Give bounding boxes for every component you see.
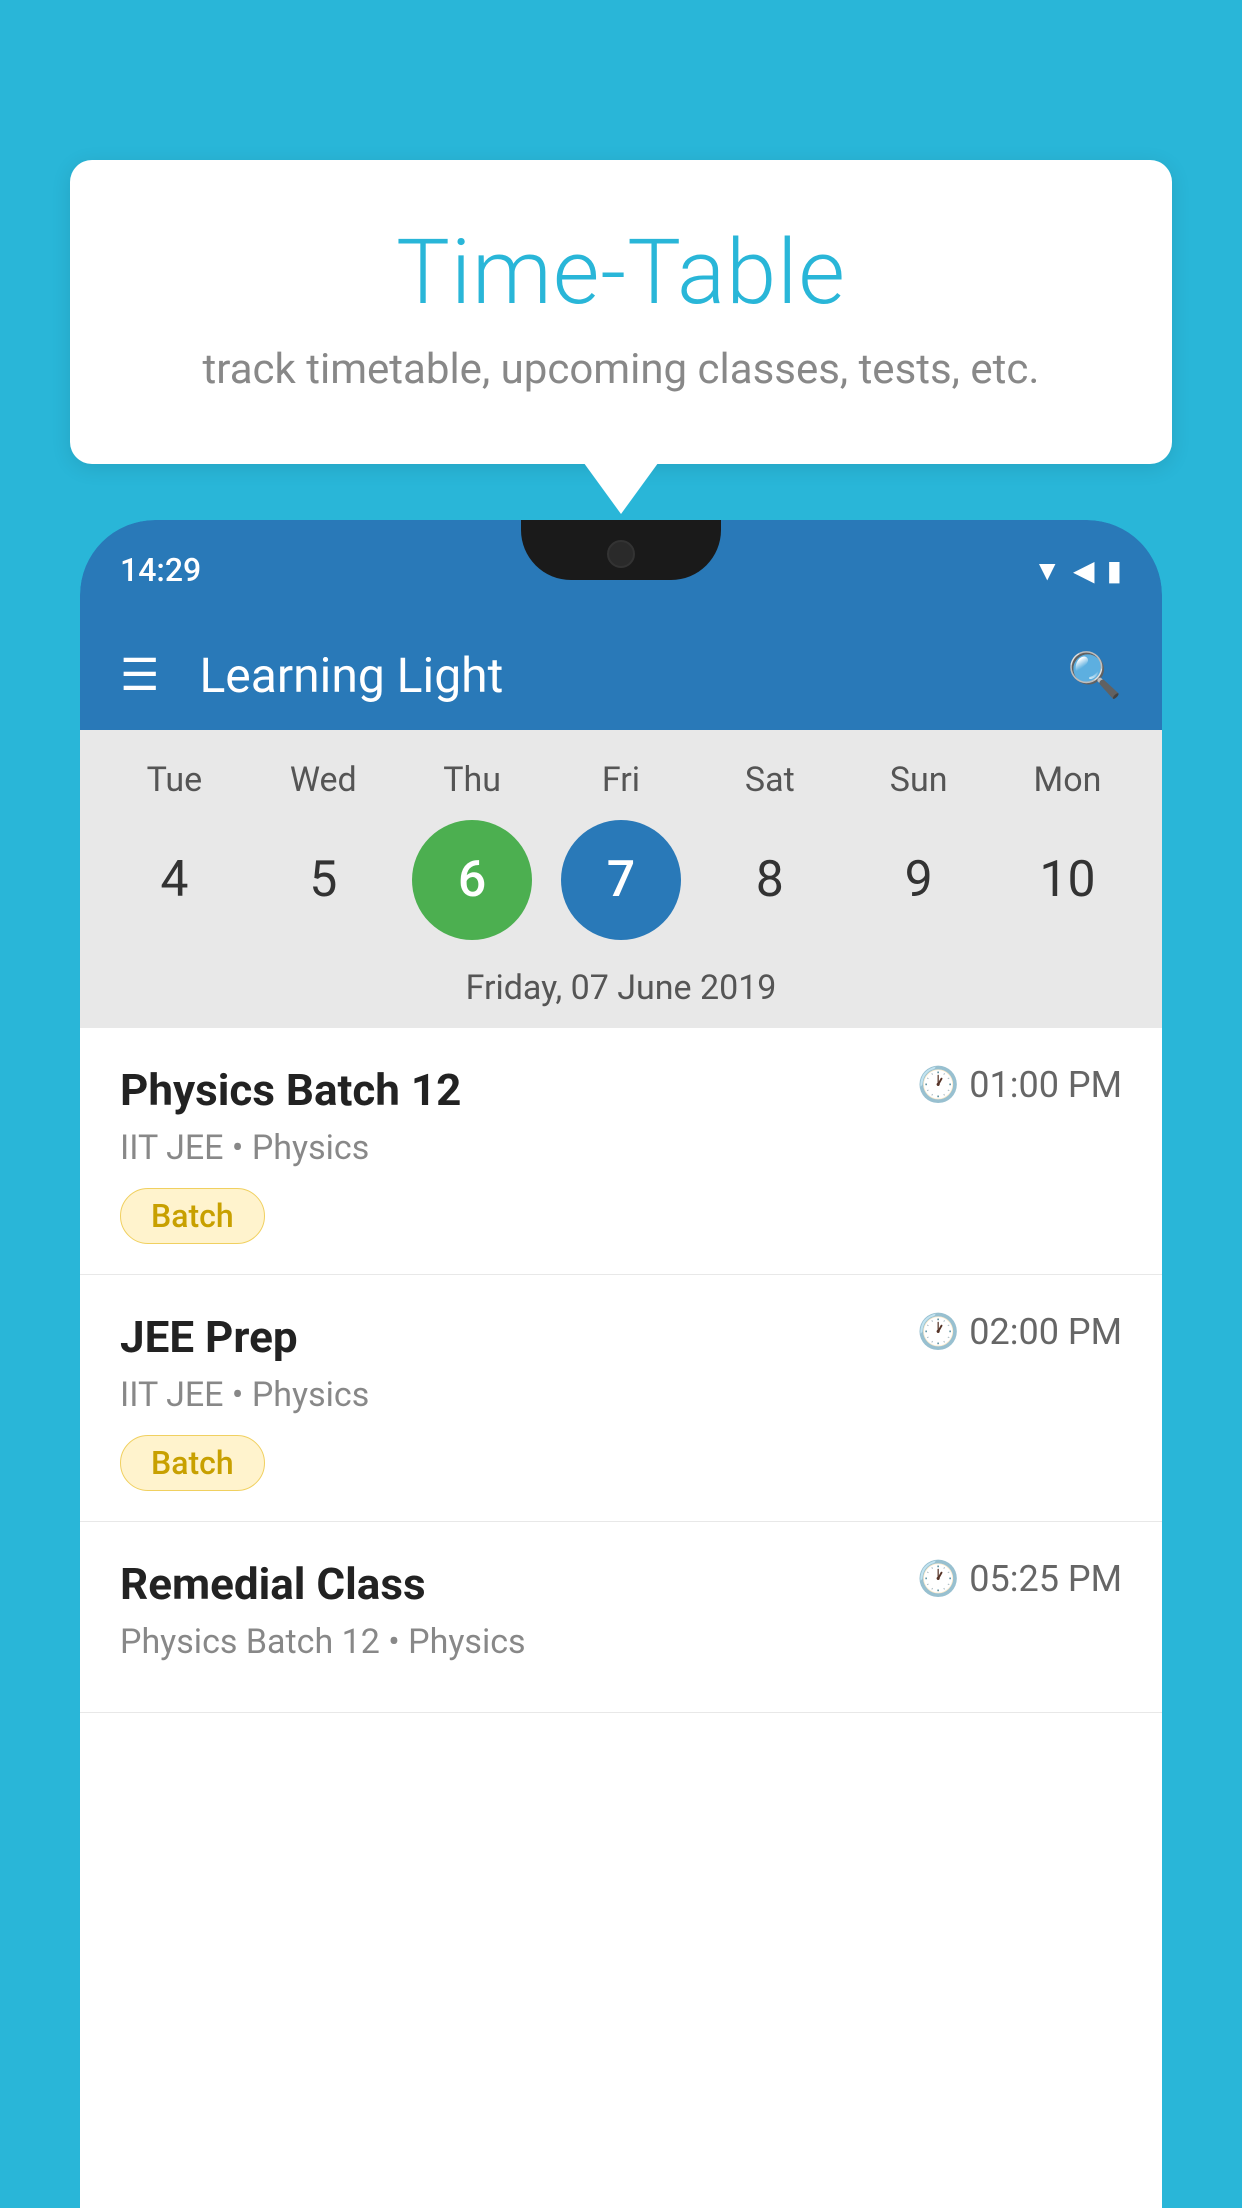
app-title: Learning Light <box>199 647 1027 704</box>
day-label-wed: Wed <box>263 760 383 800</box>
hamburger-icon[interactable]: ☰ <box>120 649 159 701</box>
schedule-item-time-2: 🕐 02:00 PM <box>917 1311 1122 1353</box>
day-9[interactable]: 9 <box>859 820 979 940</box>
signal-icon: ◀ <box>1073 554 1095 587</box>
phone-notch <box>521 520 721 580</box>
day-7-selected[interactable]: 7 <box>561 820 681 940</box>
schedule-item-header-3: Remedial Class 🕐 05:25 PM <box>120 1558 1122 1610</box>
schedule-item-jee-prep[interactable]: JEE Prep 🕐 02:00 PM IIT JEE • Physics Ba… <box>80 1275 1162 1522</box>
day-numbers: 4 5 6 7 8 9 10 <box>80 810 1162 960</box>
schedule-list: Physics Batch 12 🕐 01:00 PM IIT JEE • Ph… <box>80 1028 1162 2208</box>
batch-tag-2: Batch <box>120 1435 265 1491</box>
battery-icon: ▮ <box>1107 554 1122 587</box>
selected-date-label: Friday, 07 June 2019 <box>80 960 1162 1028</box>
schedule-item-header-1: Physics Batch 12 🕐 01:00 PM <box>120 1064 1122 1116</box>
speech-bubble-container: Time-Table track timetable, upcoming cla… <box>70 160 1172 464</box>
schedule-item-subtitle-2: IIT JEE • Physics <box>120 1375 1122 1415</box>
speech-bubble-subtitle: track timetable, upcoming classes, tests… <box>130 345 1112 394</box>
schedule-item-title-1: Physics Batch 12 <box>120 1064 461 1116</box>
app-header: ☰ Learning Light 🔍 <box>80 620 1162 730</box>
day-5[interactable]: 5 <box>263 820 383 940</box>
clock-icon-3: 🕐 <box>917 1559 959 1599</box>
search-icon[interactable]: 🔍 <box>1067 649 1122 701</box>
schedule-item-time-value-1: 01:00 PM <box>969 1064 1122 1106</box>
day-label-tue: Tue <box>114 760 234 800</box>
batch-tag-1: Batch <box>120 1188 265 1244</box>
schedule-item-time-value-3: 05:25 PM <box>969 1558 1122 1600</box>
status-bar-icons: ▼ ◀ ▮ <box>1033 554 1122 587</box>
schedule-item-subtitle-1: IIT JEE • Physics <box>120 1128 1122 1168</box>
schedule-item-time-1: 🕐 01:00 PM <box>917 1064 1122 1106</box>
schedule-item-time-value-2: 02:00 PM <box>969 1311 1122 1353</box>
phone-camera <box>607 540 635 568</box>
day-headers: Tue Wed Thu Fri Sat Sun Mon <box>80 750 1162 810</box>
speech-bubble-title: Time-Table <box>130 220 1112 325</box>
day-4[interactable]: 4 <box>114 820 234 940</box>
day-label-mon: Mon <box>1007 760 1127 800</box>
schedule-item-title-3: Remedial Class <box>120 1558 426 1610</box>
day-6-today[interactable]: 6 <box>412 820 532 940</box>
day-label-sun: Sun <box>859 760 979 800</box>
clock-icon-1: 🕐 <box>917 1065 959 1105</box>
day-label-thu: Thu <box>412 760 532 800</box>
schedule-item-physics-batch[interactable]: Physics Batch 12 🕐 01:00 PM IIT JEE • Ph… <box>80 1028 1162 1275</box>
schedule-item-header-2: JEE Prep 🕐 02:00 PM <box>120 1311 1122 1363</box>
day-8[interactable]: 8 <box>710 820 830 940</box>
schedule-item-remedial[interactable]: Remedial Class 🕐 05:25 PM Physics Batch … <box>80 1522 1162 1713</box>
wifi-icon: ▼ <box>1033 554 1061 587</box>
status-bar-time: 14:29 <box>120 551 201 589</box>
day-label-fri: Fri <box>561 760 681 800</box>
schedule-item-subtitle-3: Physics Batch 12 • Physics <box>120 1622 1122 1662</box>
clock-icon-2: 🕐 <box>917 1312 959 1352</box>
day-label-sat: Sat <box>710 760 830 800</box>
calendar-strip: Tue Wed Thu Fri Sat Sun Mon 4 5 6 7 8 9 … <box>80 730 1162 1028</box>
speech-bubble: Time-Table track timetable, upcoming cla… <box>70 160 1172 464</box>
status-bar: 14:29 ▼ ◀ ▮ <box>80 520 1162 620</box>
schedule-item-time-3: 🕐 05:25 PM <box>917 1558 1122 1600</box>
phone-frame: 14:29 ▼ ◀ ▮ ☰ Learning Light 🔍 Tue Wed T… <box>80 520 1162 2208</box>
day-10[interactable]: 10 <box>1007 820 1127 940</box>
phone-wrapper: 14:29 ▼ ◀ ▮ ☰ Learning Light 🔍 Tue Wed T… <box>80 520 1162 2208</box>
schedule-item-title-2: JEE Prep <box>120 1311 298 1363</box>
